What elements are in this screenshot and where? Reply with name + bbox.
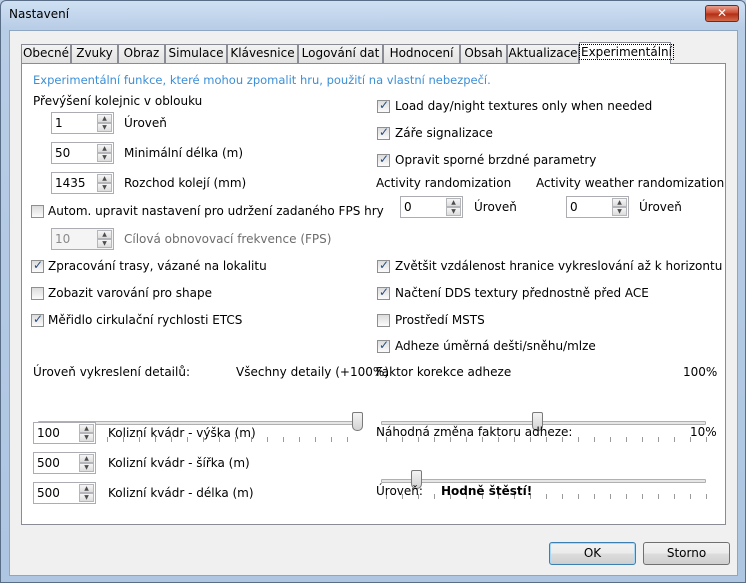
tab-obraz[interactable]: Obraz	[118, 44, 165, 63]
signal-glow-label: Záře signalizace	[395, 126, 493, 140]
gauge-stepper[interactable]: 1435 ▲ ▼	[51, 172, 114, 194]
activity-randomization-stepper[interactable]: 0 ▲ ▼	[400, 196, 463, 218]
gauge-label: Rozchod kolejí (mm)	[124, 176, 247, 190]
tab-logovani-dat[interactable]: Logování dat	[298, 44, 383, 63]
adhesion-random-value: 10%	[690, 425, 717, 439]
detail-level-label: Úroveň vykreslení detailů:	[33, 365, 191, 379]
spin-down-icon[interactable]: ▼	[79, 463, 94, 472]
brake-params-checkbox[interactable]	[377, 152, 390, 167]
tab-experimentalni[interactable]: Experimentální	[579, 42, 674, 64]
warning-text: Experimentální funkce, které mohou zpoma…	[33, 73, 491, 87]
fps-target-label: Cílová obnovovací frekvence (FPS)	[124, 232, 332, 246]
experimental-panel: Experimentální funkce, které mohou zpoma…	[21, 63, 726, 525]
spin-up-icon[interactable]: ▲	[612, 198, 627, 207]
adhesion-factor-value: 100%	[683, 365, 718, 379]
spin-down-icon[interactable]: ▼	[97, 183, 112, 192]
collision-width-label: Kolizní kvádr - šířka (m)	[108, 456, 250, 470]
tab-klavesnice[interactable]: Klávesnice	[227, 44, 298, 63]
spin-down-icon[interactable]: ▼	[79, 493, 94, 502]
weather-randomization-label: Activity weather randomization	[536, 176, 725, 190]
fps-auto-checkbox[interactable]	[31, 205, 44, 218]
msts-environment-checkbox[interactable]	[377, 314, 390, 327]
horizon-distance-checkbox[interactable]	[377, 258, 390, 273]
fps-target-stepper[interactable]: 10 ▲ ▼	[51, 228, 114, 250]
adhesion-factor-label: Faktor korekce adheze	[376, 365, 512, 379]
spin-up-icon[interactable]: ▲	[97, 114, 112, 123]
spin-down-icon[interactable]: ▼	[446, 207, 461, 216]
superelevation-level-stepper[interactable]: 1 ▲ ▼	[51, 112, 114, 134]
dialog-client-area: Obecné Zvuky Obraz Simulace Klávesnice L…	[9, 30, 738, 576]
fps-auto-label: Autom. upravit nastavení pro udržení zad…	[48, 204, 384, 218]
tab-obecne[interactable]: Obecné	[21, 44, 71, 63]
spin-down-icon[interactable]: ▼	[97, 153, 112, 162]
shape-warnings-label: Zobazit varování pro shape	[48, 286, 213, 300]
min-length-stepper[interactable]: 50 ▲ ▼	[51, 142, 114, 164]
spin-up-icon[interactable]: ▲	[97, 230, 112, 239]
spin-up-icon[interactable]: ▲	[79, 424, 94, 433]
adhesion-level-value: Hodně štěstí!	[441, 484, 533, 498]
collision-length-stepper[interactable]: 500 ▲ ▼	[33, 482, 96, 504]
superelevation-level-label: Úroveň	[124, 116, 167, 130]
spin-down-icon[interactable]: ▼	[97, 239, 112, 248]
activity-randomization-label: Activity randomization	[376, 176, 512, 190]
tab-obsah[interactable]: Obsah	[460, 44, 507, 63]
close-button[interactable]: ✕	[705, 5, 739, 22]
spin-up-icon[interactable]: ▲	[79, 484, 94, 493]
spin-up-icon[interactable]: ▲	[79, 454, 94, 463]
daynight-textures-checkbox[interactable]	[377, 98, 390, 113]
weather-adhesion-checkbox[interactable]	[377, 338, 390, 353]
superelevation-heading: Převýšení kolejnic v oblouku	[33, 94, 203, 108]
brake-params-label: Opravit sporné brzdné parametry	[395, 153, 597, 167]
weather-randomization-stepper[interactable]: 0 ▲ ▼	[566, 196, 629, 218]
title-bar: Nastavení ✕	[1, 1, 745, 29]
detail-level-value: Všechny detaily (+100%)	[236, 365, 389, 379]
collision-height-label: Kolizní kvádr - výška (m)	[108, 426, 256, 440]
spin-up-icon[interactable]: ▲	[446, 198, 461, 207]
msts-environment-label: Prostředí MSTS	[395, 313, 485, 327]
spin-down-icon[interactable]: ▼	[97, 123, 112, 132]
spin-down-icon[interactable]: ▼	[612, 207, 627, 216]
collision-length-label: Kolizní kvádr - délka (m)	[108, 486, 254, 500]
weather-randomization-unit: Úroveň	[639, 200, 682, 214]
min-length-label: Minimální délka (m)	[124, 146, 244, 160]
tab-hodnoceni[interactable]: Hodnocení	[383, 44, 460, 63]
cancel-button[interactable]: Storno	[643, 542, 730, 565]
etcs-gauge-checkbox[interactable]	[31, 312, 44, 327]
dds-textures-checkbox[interactable]	[377, 285, 390, 300]
collision-width-stepper[interactable]: 500 ▲ ▼	[33, 452, 96, 474]
adhesion-level-label: Úroveň:	[376, 484, 423, 498]
weather-adhesion-label: Adheze úměrná dešti/sněhu/mlze	[395, 339, 596, 353]
spin-up-icon[interactable]: ▲	[97, 144, 112, 153]
tab-aktualizace[interactable]: Aktualizace	[507, 44, 579, 63]
tab-simulace[interactable]: Simulace	[165, 44, 227, 63]
spin-down-icon[interactable]: ▼	[79, 433, 94, 442]
adhesion-random-track[interactable]	[381, 479, 706, 483]
detail-level-thumb[interactable]	[352, 412, 363, 431]
etcs-gauge-label: Měřidlo cirkulační rychlosti ETCS	[48, 313, 243, 327]
window-title: Nastavení	[9, 7, 70, 21]
settings-window: Nastavení ✕ Obecné Zvuky Obraz Simulace …	[0, 0, 746, 583]
shape-warnings-checkbox[interactable]	[31, 287, 44, 300]
spin-up-icon[interactable]: ▲	[97, 174, 112, 183]
location-linked-label: Zpracování trasy, vázané na lokalitu	[48, 259, 267, 273]
adhesion-random-ticks	[386, 494, 708, 499]
tab-zvuky[interactable]: Zvuky	[71, 44, 118, 63]
collision-height-stepper[interactable]: 100 ▲ ▼	[33, 422, 96, 444]
adhesion-random-label: Náhodná změna faktoru adheze:	[376, 425, 573, 439]
daynight-textures-label: Load day/night textures only when needed	[395, 99, 653, 113]
ok-button[interactable]: OK	[549, 542, 636, 565]
horizon-distance-label: Zvětšit vzdálenost hranice vykreslování …	[395, 259, 723, 273]
signal-glow-checkbox[interactable]	[377, 125, 390, 140]
activity-randomization-unit: Úroveň	[474, 200, 517, 214]
dds-textures-label: Načtení DDS textury přednostně před ACE	[395, 286, 649, 300]
location-linked-checkbox[interactable]	[31, 258, 44, 273]
